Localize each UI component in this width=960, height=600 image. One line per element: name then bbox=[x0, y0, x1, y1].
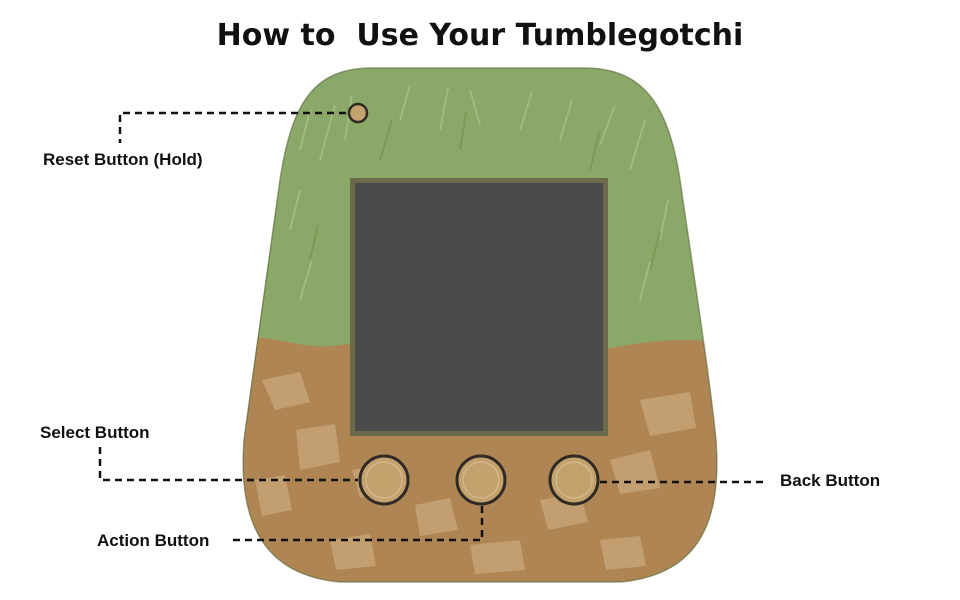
back-button[interactable] bbox=[548, 454, 600, 506]
tumblegotchi-diagram: How to Use Your Tumblegotchi Reset Butto… bbox=[0, 0, 960, 600]
screen bbox=[355, 183, 603, 431]
select-button-label: Select Button bbox=[40, 423, 150, 442]
device-illustration bbox=[98, 67, 768, 583]
action-button-label: Action Button bbox=[97, 531, 210, 550]
select-button[interactable] bbox=[358, 454, 410, 506]
action-button[interactable] bbox=[455, 454, 507, 506]
reset-button[interactable] bbox=[347, 102, 369, 124]
back-button-label: Back Button bbox=[780, 471, 881, 490]
reset-button-label: Reset Button (Hold) bbox=[43, 150, 203, 169]
